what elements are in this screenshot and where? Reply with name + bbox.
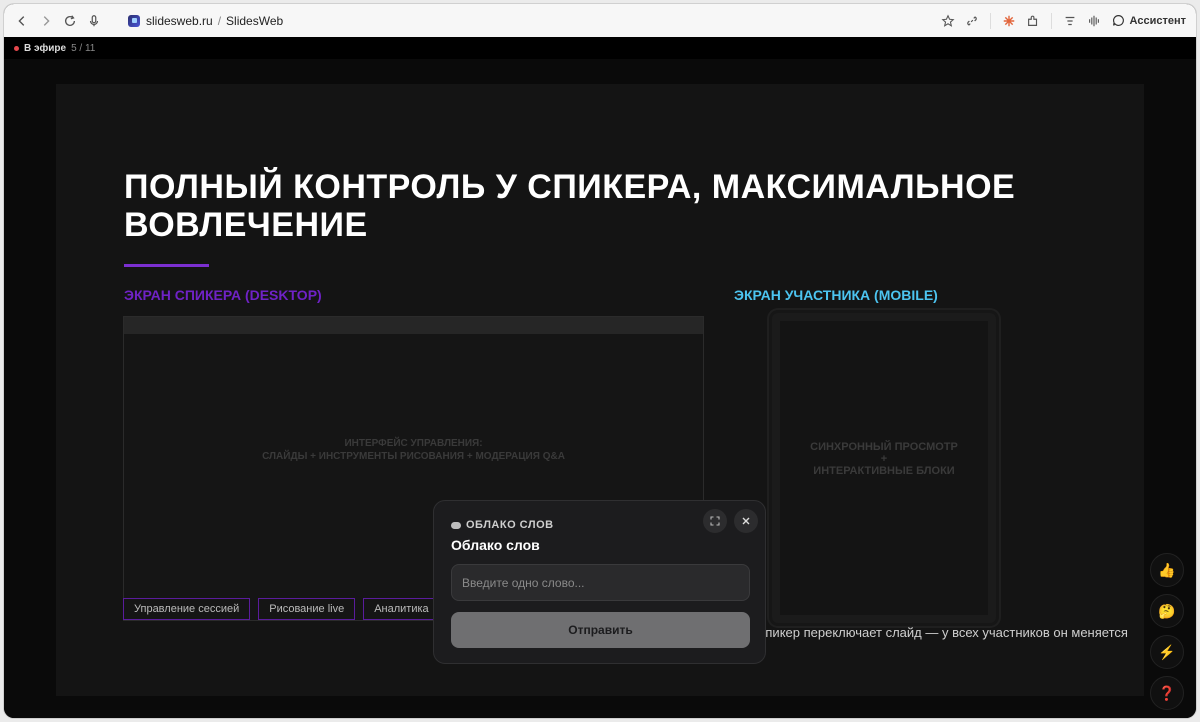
- url-separator: /: [217, 13, 222, 28]
- url-page-title: SlidesWeb: [226, 13, 284, 28]
- extension-button[interactable]: [997, 9, 1021, 33]
- list-icon: [1065, 16, 1074, 25]
- microphone-icon: [89, 14, 99, 26]
- link-icon: [966, 15, 977, 26]
- audio-button[interactable]: [1082, 9, 1106, 33]
- chevron-right-icon: [43, 15, 50, 26]
- desktop-text-line: ИНТЕРФЕЙС УПРАВЛЕНИЯ:: [344, 438, 483, 449]
- mobile-text-line: ИНТЕРАКТИВНЫЕ БЛОКИ: [813, 465, 955, 477]
- expand-icon: [710, 516, 720, 526]
- toolbar-divider: [1050, 12, 1052, 29]
- bookmark-button[interactable]: [936, 9, 960, 33]
- browser-window: slidesweb.ru / SlidesWeb Ассистент В эфи…: [4, 4, 1196, 718]
- chevron-left-icon: [18, 15, 25, 26]
- assistant-label: Ассистент: [1129, 14, 1186, 27]
- chat-bubble-icon: [1112, 15, 1124, 26]
- reader-button[interactable]: [1058, 9, 1082, 33]
- desktop-text-line: СЛАЙДЫ + ИНСТРУМЕНТЫ РИСОВАНИЯ + МОДЕРАЦ…: [262, 451, 565, 462]
- reload-button[interactable]: [58, 9, 82, 33]
- modal-title: Облако слов: [451, 537, 540, 553]
- word-cloud-modal: ОБЛАКО СЛОВ Облако слов Отправить: [433, 500, 766, 664]
- title-accent-line: [124, 264, 209, 267]
- chip-live-drawing: Рисование live: [258, 598, 356, 620]
- mobile-text-line: +: [880, 453, 888, 465]
- speaker-screen-heading: ЭКРАН СПИКЕРА (DESKTOP): [124, 287, 322, 303]
- mobile-mockup-text: СИНХРОННЫЙ ПРОСМОТР + ИНТЕРАКТИВНЫЕ БЛОК…: [780, 441, 988, 477]
- voice-search-button[interactable]: [82, 9, 106, 33]
- mobile-mockup: СИНХРОННЫЙ ПРОСМОТР + ИНТЕРАКТИВНЫЕ БЛОК…: [772, 313, 996, 623]
- expand-button[interactable]: [703, 509, 727, 533]
- slide-counter: 5 / 11: [71, 43, 96, 54]
- feature-chips: Управление сессией Рисование live Аналит…: [123, 598, 448, 620]
- live-indicator: В эфире 5 / 11: [14, 43, 95, 54]
- sunburst-icon: [1003, 15, 1014, 26]
- chip-session-control: Управление сессией: [123, 598, 251, 620]
- copy-link-button[interactable]: [960, 9, 984, 33]
- star-icon: [941, 13, 955, 27]
- slide-caption: Спикер переключает слайд — у всех участн…: [756, 625, 1128, 640]
- reactions-bar: 👍 🤔 ⚡ ❓: [1150, 553, 1184, 717]
- reload-icon: [64, 14, 76, 26]
- back-button[interactable]: [10, 9, 34, 33]
- slide-title: ПОЛНЫЙ КОНТРОЛЬ У СПИКЕРА, МАКСИМАЛЬНОЕ …: [124, 168, 1016, 244]
- mobile-text-line: СИНХРОННЫЙ ПРОСМОТР: [810, 441, 958, 453]
- reaction-lightning-button[interactable]: ⚡: [1150, 635, 1184, 669]
- reaction-thinking-button[interactable]: 🤔: [1150, 594, 1184, 628]
- address-bar[interactable]: slidesweb.ru / SlidesWeb: [128, 14, 283, 28]
- participant-screen-heading: ЭКРАН УЧАСТНИКА (MOBILE): [734, 287, 938, 303]
- desktop-mockup-titlebar: [124, 317, 703, 334]
- submit-button[interactable]: Отправить: [451, 612, 750, 648]
- presentation-stage: ПОЛНЫЙ КОНТРОЛЬ У СПИКЕРА, МАКСИМАЛЬНОЕ …: [4, 59, 1196, 718]
- desktop-mockup-text: ИНТЕРФЕЙС УПРАВЛЕНИЯ: СЛАЙДЫ + ИНСТРУМЕН…: [124, 437, 703, 463]
- site-favicon-icon: [128, 14, 140, 27]
- modal-eyebrow-label: ОБЛАКО СЛОВ: [466, 519, 554, 531]
- assistant-button[interactable]: Ассистент: [1112, 14, 1186, 27]
- cloud-icon: [451, 521, 461, 529]
- browser-toolbar: slidesweb.ru / SlidesWeb Ассистент: [4, 4, 1196, 37]
- modal-eyebrow: ОБЛАКО СЛОВ: [451, 519, 554, 531]
- live-label: В эфире: [24, 43, 67, 54]
- reaction-thumbs-up-button[interactable]: 👍: [1150, 553, 1184, 587]
- close-button[interactable]: [734, 509, 758, 533]
- word-input[interactable]: [451, 564, 750, 601]
- live-dot-icon: [14, 46, 19, 51]
- reaction-question-button[interactable]: ❓: [1150, 676, 1184, 710]
- waveform-icon: [1088, 15, 1099, 26]
- puzzle-icon: [1027, 15, 1037, 26]
- close-icon: [742, 517, 750, 525]
- mobile-mockup-screen: СИНХРОННЫЙ ПРОСМОТР + ИНТЕРАКТИВНЫЕ БЛОК…: [780, 321, 988, 615]
- toolbar-divider: [989, 12, 991, 29]
- forward-button[interactable]: [34, 9, 58, 33]
- url-domain: slidesweb.ru: [146, 13, 213, 28]
- chip-analytics: Аналитика: [363, 598, 440, 620]
- extensions-button[interactable]: [1021, 9, 1045, 33]
